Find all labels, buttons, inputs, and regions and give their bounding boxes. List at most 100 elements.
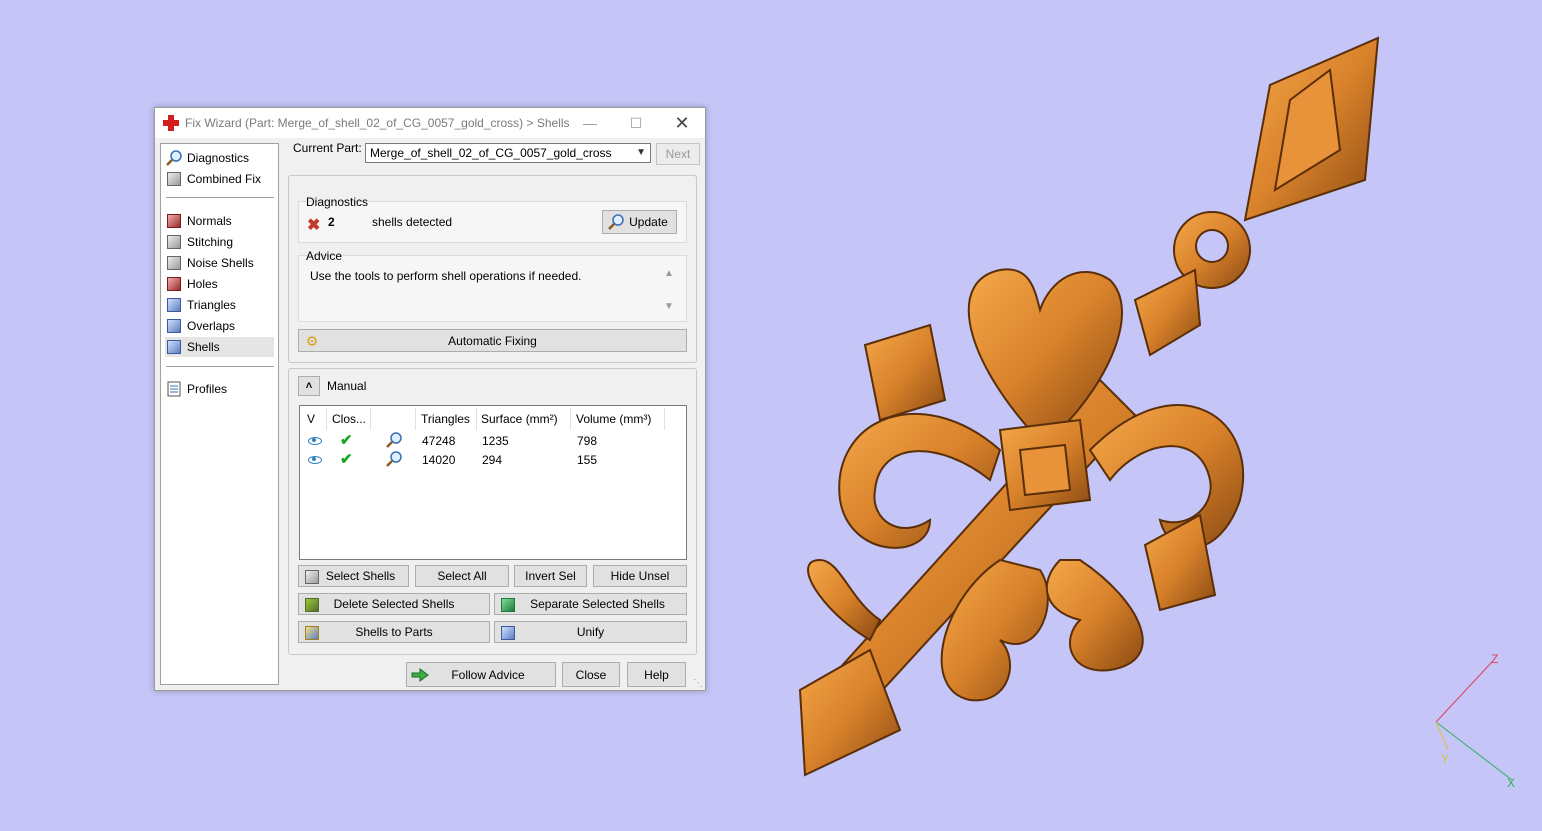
diagnostics-label: Diagnostics [306,195,369,209]
sidebar-item-shells[interactable]: Shells [165,337,274,357]
sidebar-item-holes[interactable]: Holes [165,274,274,294]
surface-value: 1235 [482,434,509,448]
window-title: Fix Wizard (Part: Merge_of_shell_02_of_C… [185,116,570,130]
hide-unselected-button[interactable]: Hide Unsel [593,565,687,587]
current-part-value: Merge_of_shell_02_of_CG_0057_gold_cross [370,146,612,160]
sidebar-item-stitching[interactable]: Stitching [165,232,274,252]
next-button[interactable]: Next [656,143,700,165]
delete-selected-label: Delete Selected Shells [333,597,455,611]
triangles-value: 47248 [422,434,456,448]
close-window-button[interactable]: ✕ [659,108,705,138]
column-header-triangles[interactable]: Triangles [421,409,470,429]
axis-triad [1435,661,1513,781]
select-cursor-icon [303,568,321,586]
triangles-value: 14020 [422,453,456,467]
column-divider [326,408,327,430]
automatic-fixing-button[interactable]: ⚙ Automatic Fixing [298,329,687,352]
select-all-button[interactable]: Select All [415,565,509,587]
column-header-surface[interactable]: Surface (mm²) [481,409,558,429]
advice-box [298,255,687,322]
current-part-select[interactable]: Merge_of_shell_02_of_CG_0057_gold_cross … [365,143,651,163]
current-part-label: Current Part: [293,141,362,155]
separate-selected-label: Separate Selected Shells [530,597,665,611]
column-divider [570,408,571,430]
scroll-down-icon[interactable]: ▼ [664,301,674,312]
shells-table: V Clos... Triangles Surface (mm²) Volume… [299,405,687,560]
update-button[interactable]: Update [602,210,677,234]
sidebar-item-label: Normals [187,214,232,228]
invert-selection-button[interactable]: Invert Sel [514,565,587,587]
sidebar-item-label: Overlaps [187,319,236,333]
delete-selected-shells-button[interactable]: Delete Selected Shells [298,593,490,615]
inspect-magnifier-icon[interactable] [386,451,402,470]
chevron-down-icon: ▼ [636,147,646,158]
noise-shells-icon [165,254,183,272]
double-chevron-up-icon: ˄ [305,380,313,392]
automatic-fixing-label: Automatic Fixing [448,333,537,348]
visible-eye-icon[interactable] [308,437,322,445]
unify-button[interactable]: Unify [494,621,687,643]
column-divider [664,408,665,430]
right-diamond [1133,268,1202,357]
inspect-magnifier-icon[interactable] [386,432,402,451]
magnifier-icon [165,149,183,167]
volume-value: 155 [577,453,598,467]
select-shells-button[interactable]: Select Shells [298,565,409,587]
error-x-icon: ✖ [307,217,321,234]
unify-icon [499,624,517,642]
sidebar-item-noise-shells[interactable]: Noise Shells [165,253,274,273]
sidebar-item-combined-fix[interactable]: Combined Fix [165,169,274,189]
sidebar-item-label: Combined Fix [187,172,262,186]
column-header-volume[interactable]: Volume (mm³) [576,409,651,429]
select-shells-label: Select Shells [325,569,396,583]
column-header-visible[interactable]: V [307,409,315,429]
sidebar-item-triangles[interactable]: Triangles [165,295,274,315]
sidebar: Diagnostics Combined Fix Normals Stitchi… [160,143,279,685]
app-cross-icon [163,115,179,131]
delete-shells-icon [303,596,321,614]
axis-y-label: Y [1441,752,1450,766]
gears-icon: ⚙ [305,332,319,349]
status-text: shells detected [372,215,453,229]
magnifier-icon [607,213,625,231]
unify-label: Unify [576,625,605,639]
column-divider [476,408,477,430]
maximize-button[interactable]: ☐ [613,108,659,138]
advice-text: Use the tools to perform shell operation… [310,269,582,283]
shells-to-parts-button[interactable]: Shells to Parts [298,621,490,643]
update-label: Update [629,215,668,229]
holes-cube-icon [165,275,183,293]
separate-selected-shells-button[interactable]: Separate Selected Shells [494,593,687,615]
gold-cross-pendant [798,36,1380,777]
stitching-cube-icon [165,233,183,251]
fix-wizard-window: Fix Wizard (Part: Merge_of_shell_02_of_C… [154,107,706,691]
shells-to-parts-label: Shells to Parts [355,625,433,639]
manual-label: Manual [327,379,367,393]
cube-icon [165,170,183,188]
minimize-button[interactable]: — [567,108,613,138]
collapse-manual-button[interactable]: ˄ [298,376,320,396]
sidebar-item-normals[interactable]: Normals [165,211,274,231]
help-button[interactable]: Help [627,662,686,687]
follow-advice-label: Follow Advice [451,667,525,682]
sidebar-item-label: Triangles [187,298,236,312]
normals-cube-icon [165,212,183,230]
column-header-closed[interactable]: Clos... [332,409,366,429]
triangles-cube-icon [165,296,183,314]
green-arrow-icon [411,666,429,684]
shell-count: 2 [328,215,335,229]
closed-check-icon: ✔ [340,432,353,449]
sidebar-item-diagnostics[interactable]: Diagnostics [165,148,274,168]
sidebar-item-label: Holes [187,277,218,291]
volume-value: 798 [577,434,598,448]
follow-advice-button[interactable]: Follow Advice [406,662,556,687]
resize-grip-icon[interactable]: ⋱ [693,678,703,689]
visible-eye-icon[interactable] [308,456,322,464]
close-button[interactable]: Close [562,662,620,687]
sidebar-item-profiles[interactable]: Profiles [165,379,274,399]
scroll-up-icon[interactable]: ▲ [664,268,674,279]
title-bar[interactable]: Fix Wizard (Part: Merge_of_shell_02_of_C… [155,108,705,138]
sidebar-item-overlaps[interactable]: Overlaps [165,316,274,336]
left-diamond [863,323,947,422]
closed-check-icon: ✔ [340,451,353,468]
